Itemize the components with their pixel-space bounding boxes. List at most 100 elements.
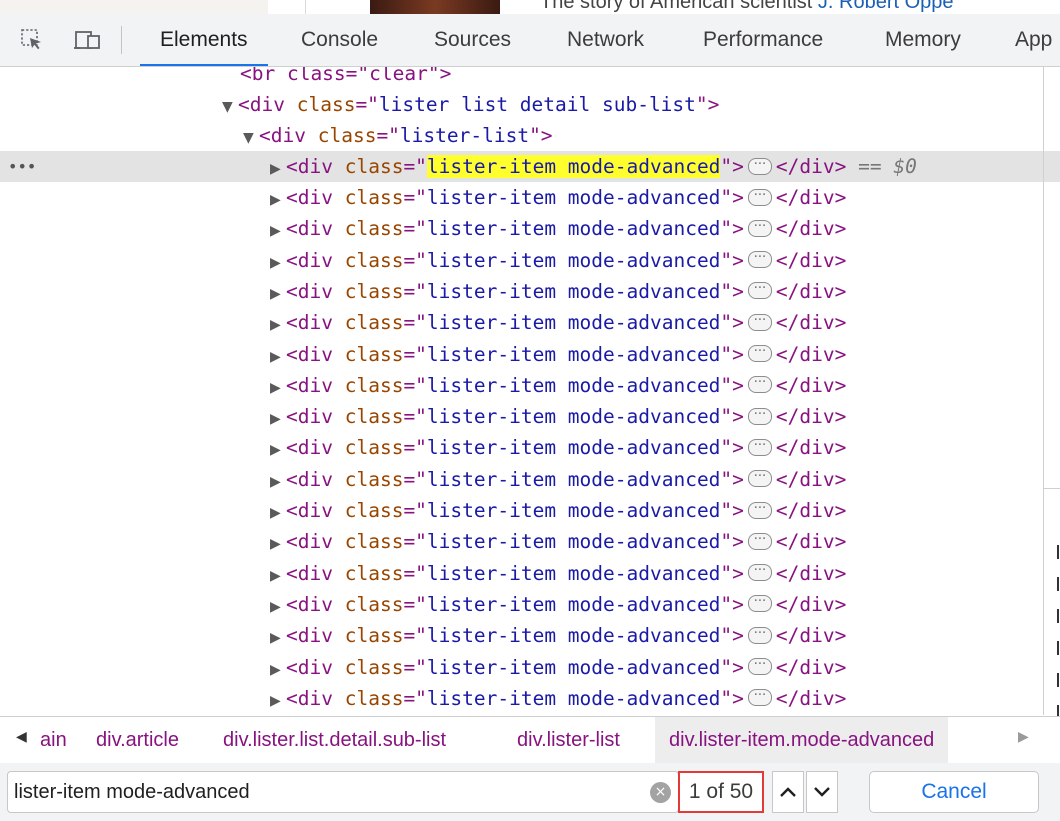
expand-triangle-icon[interactable]: ▶ bbox=[270, 279, 286, 310]
node-menu-icon[interactable]: ••• bbox=[8, 151, 36, 182]
tab-sources[interactable]: Sources bbox=[434, 14, 511, 66]
dom-node-selected[interactable]: ••• ▶ <div class="lister-item mode-advanc… bbox=[0, 149, 1060, 185]
dom-node-lister-item[interactable]: ▶ <div class="lister-item mode-advanced">… bbox=[0, 524, 1060, 560]
breadcrumb-item-sub-list[interactable]: div.lister.list.detail.sub-list bbox=[223, 717, 446, 763]
dom-node-lister-item[interactable]: ▶ <div class="lister-item mode-advanced">… bbox=[0, 430, 1060, 466]
expand-triangle-icon[interactable]: ▶ bbox=[270, 529, 286, 560]
breadcrumb-item-article[interactable]: div.article bbox=[96, 717, 179, 763]
ellipsis-collapsed-icon[interactable] bbox=[747, 680, 772, 711]
chevron-up-icon bbox=[780, 787, 796, 797]
dom-node-lister-item[interactable]: ▶ <div class="lister-item mode-advanced">… bbox=[0, 367, 1060, 404]
breadcrumb: ◀ ain div.article div.lister.list.detail… bbox=[0, 716, 1060, 764]
breadcrumb-item-current[interactable]: div.lister-item.mode-advanced bbox=[655, 717, 949, 763]
expand-triangle-icon[interactable]: ▶ bbox=[270, 342, 286, 373]
ellipsis-collapsed-icon[interactable] bbox=[747, 649, 772, 680]
cancel-button[interactable]: Cancel bbox=[869, 771, 1039, 813]
ellipsis-collapsed-icon[interactable] bbox=[747, 399, 772, 430]
ellipsis-collapsed-icon[interactable] bbox=[747, 493, 772, 524]
ellipsis-collapsed-icon[interactable] bbox=[747, 336, 772, 367]
ellipsis-collapsed-icon[interactable] bbox=[747, 524, 772, 555]
toolbar-separator bbox=[121, 26, 122, 54]
expand-triangle-icon[interactable]: ▶ bbox=[270, 592, 286, 623]
ellipsis-collapsed-icon[interactable] bbox=[747, 242, 772, 273]
breadcrumb-item-main[interactable]: ain bbox=[40, 717, 67, 763]
styles-pane-divider[interactable] bbox=[1043, 67, 1044, 715]
styles-pane-fragment bbox=[1057, 673, 1059, 687]
collapse-triangle-icon[interactable]: ▼ bbox=[243, 123, 259, 154]
dom-node-lister-list[interactable]: ▼ <div class="lister-list"> bbox=[0, 120, 1060, 151]
styles-pane-fragment bbox=[1057, 609, 1059, 623]
dom-node-lister-item[interactable]: ▶ <div class="lister-item mode-advanced">… bbox=[0, 273, 1060, 310]
expand-triangle-icon[interactable]: ▶ bbox=[270, 373, 286, 404]
search-match-highlight: lister-item mode-advanced bbox=[426, 155, 721, 178]
ellipsis-collapsed-icon[interactable] bbox=[747, 461, 772, 492]
breadcrumb-scroll-right-icon[interactable]: ▶ bbox=[1018, 729, 1029, 745]
dom-node-lister-item[interactable]: ▶ <div class="lister-item mode-advanced">… bbox=[0, 680, 1060, 715]
ellipsis-collapsed-icon[interactable] bbox=[747, 305, 772, 336]
expand-triangle-icon[interactable]: ▶ bbox=[270, 404, 286, 435]
tab-application[interactable]: App bbox=[1015, 14, 1052, 66]
ellipsis-collapsed-icon[interactable] bbox=[747, 430, 772, 461]
next-match-button[interactable] bbox=[806, 771, 838, 813]
expand-triangle-icon[interactable]: ▶ bbox=[270, 154, 286, 185]
search-input[interactable] bbox=[14, 772, 634, 812]
ellipsis-collapsed-icon[interactable] bbox=[747, 180, 772, 211]
ellipsis-collapsed-icon[interactable] bbox=[747, 555, 772, 586]
expand-triangle-icon[interactable]: ▶ bbox=[270, 623, 286, 654]
dom-node-lister-item[interactable]: ▶ <div class="lister-item mode-advanced">… bbox=[0, 211, 1060, 247]
dom-node-br[interactable]: <br class="clear"> bbox=[0, 67, 1060, 89]
dom-node-lister-item[interactable]: ▶ <div class="lister-item mode-advanced">… bbox=[0, 649, 1060, 686]
previous-match-button[interactable] bbox=[772, 771, 804, 813]
chevron-down-icon bbox=[814, 787, 830, 797]
styles-pane-separator bbox=[1044, 488, 1060, 489]
expand-triangle-icon[interactable]: ▶ bbox=[270, 686, 286, 715]
dom-node-lister-item[interactable]: ▶ <div class="lister-item mode-advanced">… bbox=[0, 399, 1060, 435]
styles-pane-fragment bbox=[1057, 577, 1059, 591]
expand-triangle-icon[interactable]: ▶ bbox=[270, 185, 286, 216]
ellipsis-collapsed-icon[interactable] bbox=[747, 618, 772, 649]
breadcrumb-item-lister-list[interactable]: div.lister-list bbox=[517, 717, 620, 763]
match-count: 1 of 50 bbox=[678, 771, 764, 813]
expand-triangle-icon[interactable]: ▶ bbox=[270, 248, 286, 279]
clear-search-icon[interactable]: × bbox=[650, 782, 671, 803]
dom-node-lister-item[interactable]: ▶ <div class="lister-item mode-advanced">… bbox=[0, 586, 1060, 623]
ellipsis-collapsed-icon[interactable] bbox=[747, 273, 772, 304]
expand-triangle-icon[interactable]: ▶ bbox=[270, 467, 286, 498]
find-bar: × 1 of 50 Cancel bbox=[0, 763, 1060, 821]
expand-triangle-icon[interactable]: ▶ bbox=[270, 561, 286, 592]
device-toolbar-icon[interactable] bbox=[74, 26, 102, 54]
page-divider bbox=[305, 0, 306, 14]
ellipsis-collapsed-icon[interactable] bbox=[747, 367, 772, 398]
dom-node-lister-item[interactable]: ▶ <div class="lister-item mode-advanced">… bbox=[0, 242, 1060, 279]
dom-node-sub-list[interactable]: ▼ <div class="lister list detail sub-list… bbox=[0, 89, 1060, 120]
devtools-toolbar: Elements Console Sources Network Perform… bbox=[0, 14, 1060, 67]
inspect-element-icon[interactable] bbox=[18, 26, 46, 54]
expand-triangle-icon[interactable]: ▶ bbox=[270, 216, 286, 247]
dom-node-lister-item[interactable]: ▶ <div class="lister-item mode-advanced">… bbox=[0, 618, 1060, 654]
br-tag-text: <br class="clear"> bbox=[240, 67, 452, 85]
expand-triangle-icon[interactable]: ▶ bbox=[270, 655, 286, 686]
page-left-panel bbox=[0, 0, 268, 14]
dom-tree[interactable]: <br class="clear"> ▼ <div class="lister l… bbox=[0, 67, 1060, 715]
dom-node-lister-item[interactable]: ▶ <div class="lister-item mode-advanced">… bbox=[0, 461, 1060, 498]
tab-elements[interactable]: Elements bbox=[140, 14, 267, 66]
description-link[interactable]: J. Robert Oppe bbox=[818, 0, 954, 13]
expand-triangle-icon[interactable]: ▶ bbox=[270, 435, 286, 466]
tab-network[interactable]: Network bbox=[567, 14, 644, 66]
dom-node-lister-item[interactable]: ▶ <div class="lister-item mode-advanced">… bbox=[0, 305, 1060, 341]
collapse-triangle-icon[interactable]: ▼ bbox=[222, 92, 238, 123]
console-reference: == $0 bbox=[858, 155, 917, 178]
ellipsis-collapsed-icon[interactable] bbox=[747, 211, 772, 242]
tab-performance[interactable]: Performance bbox=[703, 14, 823, 66]
dom-node-lister-item[interactable]: ▶ <div class="lister-item mode-advanced">… bbox=[0, 180, 1060, 216]
dom-node-lister-item[interactable]: ▶ <div class="lister-item mode-advanced">… bbox=[0, 336, 1060, 373]
expand-triangle-icon[interactable]: ▶ bbox=[270, 310, 286, 341]
tab-console[interactable]: Console bbox=[301, 14, 378, 66]
dom-node-lister-item[interactable]: ▶ <div class="lister-item mode-advanced">… bbox=[0, 493, 1060, 529]
breadcrumb-scroll-left-icon[interactable]: ◀ bbox=[16, 729, 27, 745]
expand-triangle-icon[interactable]: ▶ bbox=[270, 498, 286, 529]
ellipsis-collapsed-icon[interactable] bbox=[747, 149, 772, 180]
dom-node-lister-item[interactable]: ▶ <div class="lister-item mode-advanced">… bbox=[0, 555, 1060, 592]
tab-memory[interactable]: Memory bbox=[885, 14, 961, 66]
ellipsis-collapsed-icon[interactable] bbox=[747, 586, 772, 617]
